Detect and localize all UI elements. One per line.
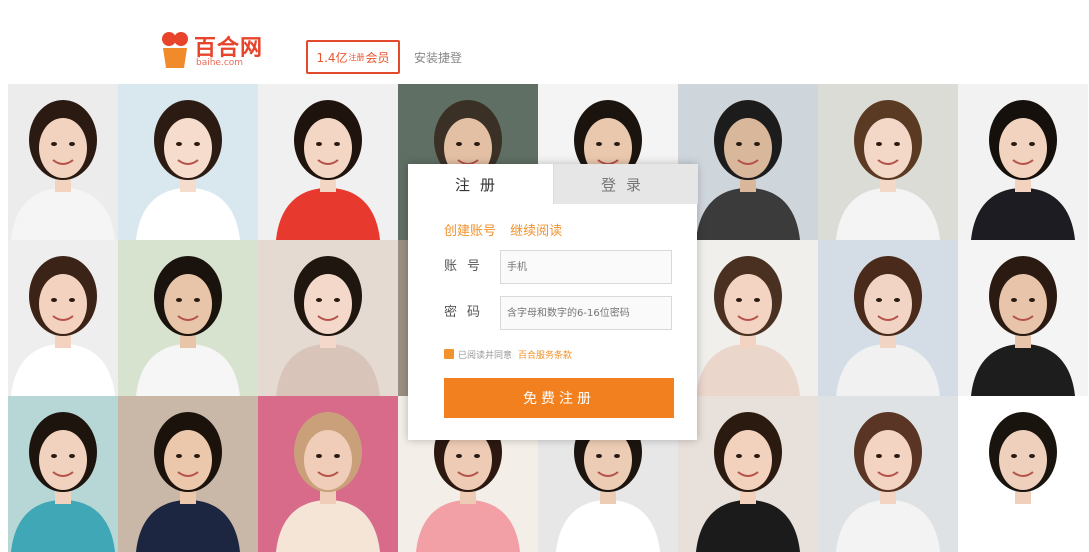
profile-photo[interactable]	[818, 396, 958, 552]
tab-login[interactable]: 登录	[553, 164, 698, 204]
panel-tabs: 注册 登录	[408, 164, 698, 204]
logo-domain: baihe.com	[196, 58, 244, 68]
baihe-logo-icon	[162, 32, 188, 68]
register-panel: 注册 登录 创建账号 继续阅读 账号 密码 已阅读并同意 百合服务条款 免费注册	[408, 164, 698, 440]
profile-photo[interactable]	[678, 396, 818, 552]
panel-slogan: 创建账号 继续阅读	[444, 220, 572, 239]
slogan-continue: 继续阅读	[510, 224, 563, 239]
profile-photo[interactable]	[258, 396, 398, 552]
free-register-button[interactable]: 免费注册	[444, 378, 674, 418]
profile-photo[interactable]	[678, 240, 818, 396]
profile-photo[interactable]	[8, 396, 118, 552]
password-label: 密码	[444, 305, 491, 320]
account-label: 账号	[444, 259, 491, 274]
agree-text: 已阅读并同意	[458, 350, 513, 361]
terms-link[interactable]: 百合服务条款	[518, 348, 572, 361]
profile-photo[interactable]	[118, 84, 258, 240]
profile-photo[interactable]	[958, 84, 1088, 240]
tab-register[interactable]: 注册	[408, 164, 552, 204]
members-count-badge[interactable]: 1.4亿 注册 会员	[306, 40, 400, 74]
profile-photo[interactable]	[958, 240, 1088, 396]
profile-photo[interactable]	[8, 240, 118, 396]
members-label: 会员	[365, 50, 390, 65]
top-link[interactable]: 安装捷登	[414, 49, 462, 66]
profile-photo[interactable]	[258, 84, 398, 240]
account-input[interactable]	[500, 250, 672, 284]
members-unit: 注册	[348, 52, 365, 62]
members-count: 1.4亿	[316, 50, 348, 65]
password-row: 密码	[444, 296, 676, 330]
top-bar: 百合网 baihe.com 1.4亿 注册 会员 安装捷登	[0, 0, 1089, 80]
password-input[interactable]	[500, 296, 672, 330]
agree-checkbox[interactable]	[444, 349, 454, 359]
profile-photo[interactable]	[818, 84, 958, 240]
profile-photo[interactable]	[678, 84, 818, 240]
profile-photo[interactable]	[118, 240, 258, 396]
profile-photo[interactable]	[118, 396, 258, 552]
agreement-row: 已阅读并同意 百合服务条款	[444, 346, 572, 362]
account-row: 账号	[444, 250, 676, 284]
profile-photo[interactable]	[258, 240, 398, 396]
profile-photo[interactable]	[8, 84, 118, 240]
profile-photo[interactable]	[818, 240, 958, 396]
profile-photo[interactable]	[958, 396, 1088, 552]
baihe-logo[interactable]: 百合网 baihe.com	[160, 30, 270, 74]
slogan-create: 创建账号	[444, 224, 497, 239]
